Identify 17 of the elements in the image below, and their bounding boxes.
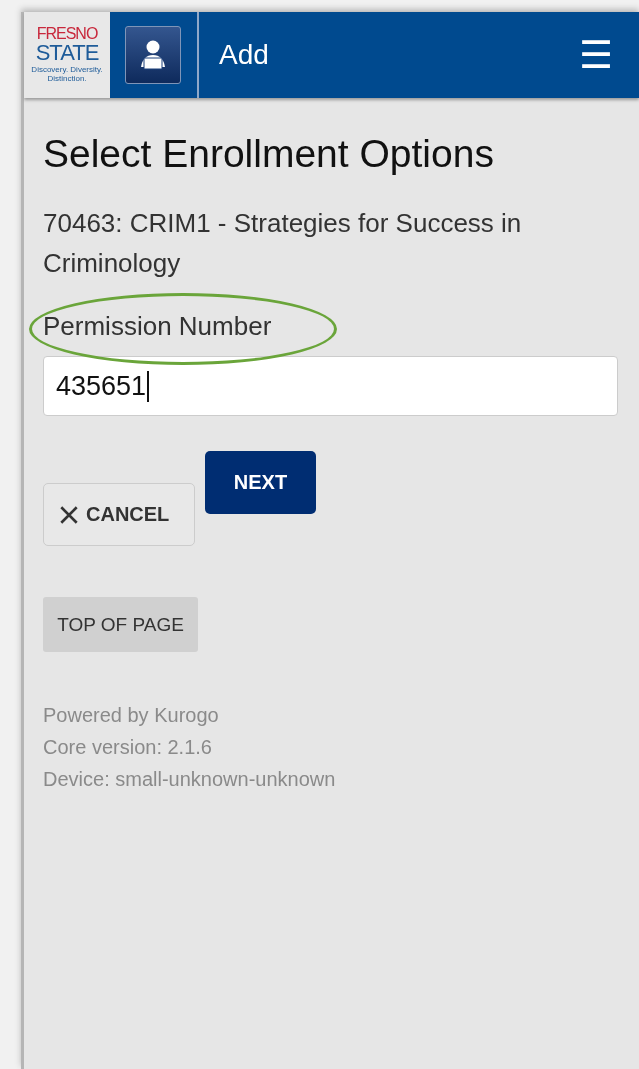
field-label: Permission Number xyxy=(43,311,272,342)
footer-text: Powered by Kurogo xyxy=(43,703,220,728)
footer-text: Device: small-unknown-unknown xyxy=(43,767,337,792)
course-title: 70463: CRIM1 - Strategies for Success in Criminology xyxy=(43,207,523,280)
logo-text: STATE xyxy=(35,42,99,65)
cancel-button[interactable]: CANCEL xyxy=(43,483,195,546)
next-button[interactable]: NEXT xyxy=(205,451,316,514)
university-logo[interactable]: FRESNO STATE Discovery. Diversity. Distinction. xyxy=(24,12,110,98)
profile-button[interactable] xyxy=(125,26,181,84)
top-of-page-button[interactable]: TOP OF PAGE xyxy=(43,597,198,652)
page-title: Add xyxy=(197,12,553,98)
input-field[interactable]: 435651 xyxy=(43,356,618,416)
page-heading: Select Enrollment Options xyxy=(43,131,495,176)
footer-text: Core version: 2.1.6 xyxy=(43,735,213,760)
logo-tagline: Discovery. Diversity. Distinction. xyxy=(30,66,104,84)
menu-button[interactable]: ☰ xyxy=(552,12,639,98)
logo-text: FRESNO xyxy=(36,26,98,43)
